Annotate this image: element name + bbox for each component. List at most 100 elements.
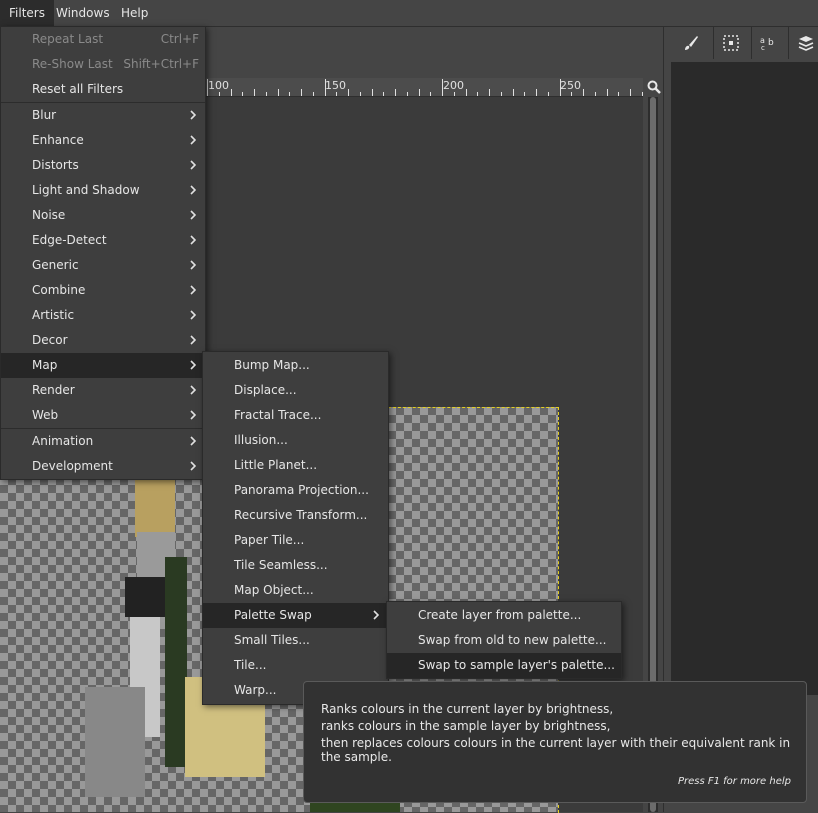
- ruler-tick: [465, 89, 467, 96]
- text-icon[interactable]: abc: [751, 27, 786, 59]
- tooltip-help-hint: Press F1 for more help: [677, 776, 791, 787]
- ruler-tick: [500, 92, 502, 96]
- menu-item-light-and-shadow[interactable]: Light and Shadow: [1, 178, 205, 203]
- chevron-right-icon: [190, 335, 196, 345]
- chevron-right-icon: [190, 385, 196, 395]
- ruler-label: 250: [560, 79, 581, 92]
- layers-icon[interactable]: [788, 27, 818, 59]
- menubar: Filters Windows Help: [0, 0, 818, 27]
- chevron-right-icon: [190, 360, 196, 370]
- menu-item-tile-seamless[interactable]: Tile Seamless...: [203, 553, 388, 578]
- menu-item-generic[interactable]: Generic: [1, 253, 205, 278]
- filter-tooltip: Ranks colours in the current layer by br…: [303, 681, 807, 803]
- ruler-tick: [606, 89, 608, 96]
- menu-item-palette-swap[interactable]: Palette Swap: [203, 603, 388, 628]
- chevron-right-icon: [190, 310, 196, 320]
- menu-item-displace[interactable]: Displace...: [203, 378, 388, 403]
- menu-item-map-object[interactable]: Map Object...: [203, 578, 388, 603]
- menu-item-development[interactable]: Development: [1, 454, 205, 479]
- menu-item-render[interactable]: Render: [1, 378, 205, 403]
- menu-item-decor[interactable]: Decor: [1, 328, 205, 353]
- ruler-tick: [230, 89, 232, 96]
- chevron-right-icon: [190, 185, 196, 195]
- pattern-icon[interactable]: [713, 27, 748, 59]
- menu-item-distorts[interactable]: Distorts: [1, 153, 205, 178]
- horizontal-ruler: 100 150 200 250: [205, 78, 643, 97]
- chevron-right-icon: [190, 260, 196, 270]
- chevron-right-icon: [190, 235, 196, 245]
- menu-help[interactable]: Help: [112, 0, 157, 26]
- ruler-tick: [641, 92, 643, 96]
- menu-item-tile[interactable]: Tile...: [203, 653, 388, 678]
- ruler-tick: [383, 92, 385, 96]
- menu-item-create-layer-from-palette[interactable]: Create layer from palette...: [387, 603, 621, 628]
- menu-item-swap-to-sample-layer-s-palette[interactable]: Swap to sample layer's palette...: [387, 653, 621, 678]
- ruler-tick: [442, 79, 443, 96]
- zoom-icon[interactable]: [647, 80, 661, 94]
- ruler-tick: [301, 89, 302, 96]
- menu-item-reset-all-filters[interactable]: Reset all Filters: [1, 77, 205, 102]
- ruler-tick: [289, 92, 291, 96]
- map-submenu: Bump Map... Displace... Fractal Trace... Il…: [202, 351, 389, 705]
- menu-item-edge-detect[interactable]: Edge-Detect: [1, 228, 205, 253]
- menu-item-map[interactable]: Map: [1, 353, 205, 378]
- ruler-tick: [630, 89, 631, 96]
- ruler-label: 150: [325, 79, 346, 92]
- ruler-tick: [395, 89, 396, 96]
- svg-text:b: b: [768, 38, 774, 48]
- ruler-tick: [418, 89, 420, 96]
- tooltip-line: Ranks colours in the current layer by br…: [321, 702, 614, 716]
- menu-item-paper-tile[interactable]: Paper Tile...: [203, 528, 388, 553]
- tooltip-line: ranks colours in the sample layer by bri…: [321, 719, 611, 733]
- ruler-tick: [477, 92, 479, 96]
- ruler-label: 100: [208, 79, 229, 92]
- chevron-right-icon: [190, 110, 196, 120]
- ruler-tick: [512, 89, 514, 96]
- ruler-tick: [547, 92, 549, 96]
- chevron-right-icon: [190, 461, 196, 471]
- tooltip-line: then replaces colours colours in the cur…: [321, 736, 791, 764]
- ruler-tick: [348, 89, 349, 96]
- svg-text:c: c: [761, 44, 765, 51]
- ruler-tick: [312, 92, 314, 96]
- ruler-tick: [583, 89, 584, 96]
- menu-item-repeat-last[interactable]: Repeat Last Ctrl+F: [1, 27, 205, 52]
- brush-icon[interactable]: [674, 27, 708, 59]
- menu-item-web[interactable]: Web: [1, 403, 205, 428]
- menu-item-illusion[interactable]: Illusion...: [203, 428, 388, 453]
- menu-filters[interactable]: Filters: [0, 0, 54, 26]
- ruler-tick: [254, 89, 255, 96]
- menu-item-animation[interactable]: Animation: [1, 429, 205, 454]
- menu-item-little-planet[interactable]: Little Planet...: [203, 453, 388, 478]
- ruler-tick: [559, 79, 561, 96]
- ruler-tick: [536, 89, 537, 96]
- ruler-tick: [524, 92, 526, 96]
- ruler-label: 200: [443, 79, 464, 92]
- ruler-tick: [336, 92, 338, 96]
- chevron-right-icon: [190, 436, 196, 446]
- menu-windows[interactable]: Windows: [47, 0, 119, 26]
- menu-item-recursive-transform[interactable]: Recursive Transform...: [203, 503, 388, 528]
- menu-item-blur[interactable]: Blur: [1, 103, 205, 128]
- menu-item-reshow-last[interactable]: Re-Show Last Shift+Ctrl+F: [1, 52, 205, 77]
- menu-item-panorama-projection[interactable]: Panorama Projection...: [203, 478, 388, 503]
- ruler-tick: [207, 79, 208, 96]
- menu-item-swap-from-old-to-new-palette[interactable]: Swap from old to new palette...: [387, 628, 621, 653]
- ruler-tick: [406, 92, 408, 96]
- chevron-right-icon: [190, 285, 196, 295]
- menu-item-small-tiles[interactable]: Small Tiles...: [203, 628, 388, 653]
- chevron-right-icon: [190, 160, 196, 170]
- ruler-tick: [218, 92, 220, 96]
- menu-item-combine[interactable]: Combine: [1, 278, 205, 303]
- menu-item-fractal-trace[interactable]: Fractal Trace...: [203, 403, 388, 428]
- tool-options-strip: [205, 27, 660, 77]
- menu-item-artistic[interactable]: Artistic: [1, 303, 205, 328]
- ruler-tick: [594, 92, 596, 96]
- ruler-tick: [359, 92, 361, 96]
- ruler-tick: [571, 92, 573, 96]
- chevron-right-icon: [190, 410, 196, 420]
- menu-item-bump-map[interactable]: Bump Map...: [203, 353, 388, 378]
- menu-item-noise[interactable]: Noise: [1, 203, 205, 228]
- palette-swap-submenu: Create layer from palette... Swap from ol…: [386, 601, 622, 679]
- menu-item-enhance[interactable]: Enhance: [1, 128, 205, 153]
